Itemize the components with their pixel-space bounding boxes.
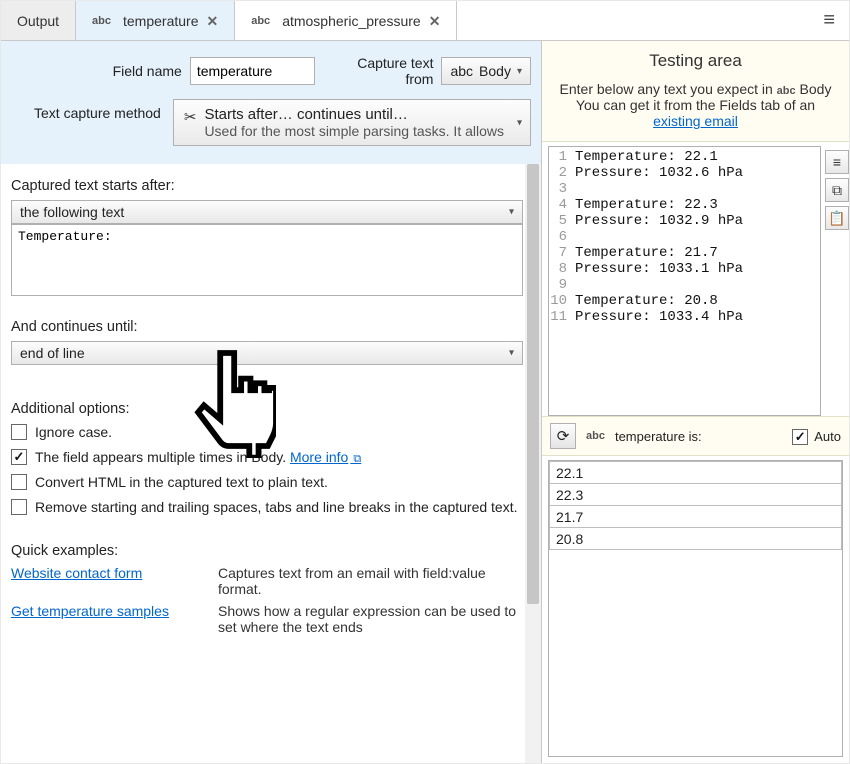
- hamburger-icon[interactable]: ≡: [817, 9, 841, 32]
- abc-icon: abc: [586, 430, 605, 442]
- chevron-down-icon: ▾: [517, 117, 522, 128]
- auto-checkbox[interactable]: [792, 429, 808, 445]
- testing-subtitle-1: Enter below any text you expect in abc B…: [552, 81, 839, 97]
- abc-icon: abc: [777, 85, 796, 97]
- refresh-button[interactable]: ⟳: [550, 423, 576, 449]
- paste-icon[interactable]: 📋: [825, 206, 849, 230]
- chevron-down-icon: ▾: [509, 348, 514, 359]
- tab-temperature[interactable]: abc temperature ✕: [76, 1, 235, 40]
- example-desc: Shows how a regular expression can be us…: [218, 603, 523, 635]
- scissors-icon: ✂: [184, 108, 197, 126]
- result-row: 22.3: [550, 484, 842, 506]
- additional-options-title: Additional options:: [11, 401, 523, 417]
- multiple-checkbox[interactable]: [11, 449, 27, 465]
- auto-label: Auto: [814, 429, 841, 444]
- convert-html-label: Convert HTML in the captured text to pla…: [35, 473, 328, 492]
- results-table: 22.122.321.720.8: [548, 460, 843, 757]
- result-row: 20.8: [550, 528, 842, 550]
- trim-label: Remove starting and trailing spaces, tab…: [35, 498, 518, 517]
- left-scrollbar[interactable]: [525, 164, 541, 763]
- close-icon[interactable]: ✕: [206, 14, 218, 28]
- tab-output[interactable]: Output: [1, 1, 76, 40]
- testing-subtitle-2: You can get it from the Fields tab of an…: [552, 97, 839, 129]
- abc-icon: abc: [251, 15, 270, 27]
- continues-until-select[interactable]: end of line ▾: [11, 341, 523, 365]
- example-link-contact-form[interactable]: Website contact form: [11, 565, 206, 597]
- close-icon[interactable]: ✕: [429, 14, 441, 28]
- multiple-label: The field appears multiple times in Body…: [35, 449, 286, 465]
- example-desc: Captures text from an email with field:v…: [218, 565, 523, 597]
- result-field-label: temperature is:: [615, 429, 702, 444]
- fieldname-input[interactable]: [190, 57, 315, 85]
- copy-icon[interactable]: ⧉: [825, 178, 849, 202]
- chevron-down-icon: ▾: [517, 66, 522, 77]
- more-info-link[interactable]: More info ⧉: [290, 449, 361, 465]
- result-row: 21.7: [550, 506, 842, 528]
- abc-icon: abc: [450, 63, 473, 79]
- ignore-case-label: Ignore case.: [35, 423, 112, 442]
- ignore-case-checkbox[interactable]: [11, 424, 27, 440]
- capturefrom-label: Capture text from: [331, 55, 434, 87]
- lines-icon[interactable]: ≡: [825, 150, 849, 174]
- testing-textarea[interactable]: 1234567891011 Temperature: 22.1Pressure:…: [548, 146, 821, 416]
- abc-icon: abc: [92, 15, 111, 27]
- existing-email-link[interactable]: existing email: [653, 113, 738, 129]
- external-link-icon: ⧉: [350, 453, 361, 465]
- capture-method-select[interactable]: ✂ Starts after… continues until… Used fo…: [173, 99, 531, 146]
- quick-examples-title: Quick examples:: [11, 543, 523, 559]
- starts-after-title: Captured text starts after:: [11, 178, 523, 194]
- refresh-icon: ⟳: [557, 427, 570, 445]
- fieldname-label: Field name: [11, 63, 182, 79]
- result-row: 22.1: [550, 462, 842, 484]
- chevron-down-icon: ▾: [509, 207, 514, 218]
- example-link-temperature[interactable]: Get temperature samples: [11, 603, 206, 635]
- trim-checkbox[interactable]: [11, 499, 27, 515]
- tab-atmospheric-pressure[interactable]: abc atmospheric_pressure ✕: [235, 1, 457, 40]
- method-label: Text capture method: [11, 99, 161, 121]
- testing-title: Testing area: [552, 51, 839, 71]
- continues-until-title: And continues until:: [11, 319, 523, 335]
- convert-html-checkbox[interactable]: [11, 474, 27, 490]
- capturefrom-select[interactable]: abc Body ▾: [441, 57, 531, 85]
- starts-after-select[interactable]: the following text ▾: [11, 200, 523, 224]
- starts-after-text[interactable]: Temperature:: [11, 224, 523, 296]
